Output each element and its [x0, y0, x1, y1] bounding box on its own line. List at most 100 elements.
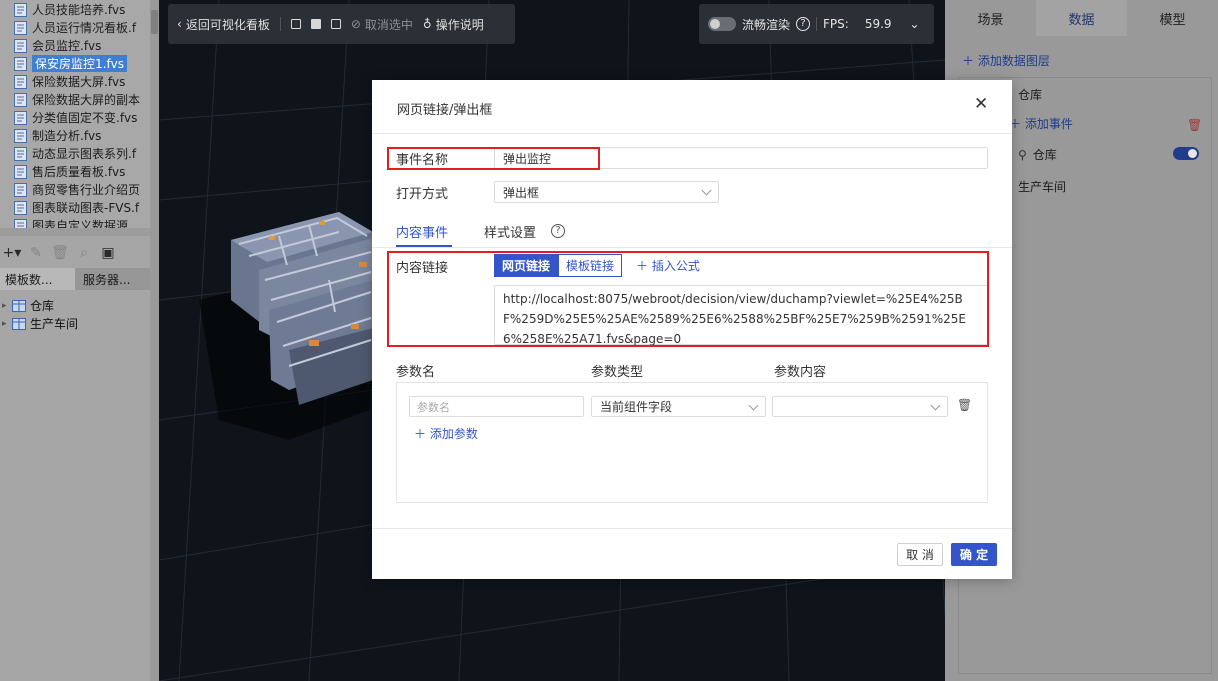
- add-param-button[interactable]: ＋ 添加参数: [414, 425, 478, 442]
- param-type-select[interactable]: 当前组件字段: [591, 396, 766, 417]
- divider: [816, 17, 818, 31]
- file-icon: [14, 146, 27, 161]
- param-name-input[interactable]: 参数名: [409, 396, 584, 417]
- template-file-item[interactable]: 图表联动图表-FVS.f: [14, 199, 139, 216]
- template-file-item[interactable]: 人员运行情况看板.f: [14, 19, 136, 36]
- template-file-item[interactable]: 商贸零售行业介绍页: [14, 181, 140, 198]
- cancel-button[interactable]: 取 消: [897, 543, 943, 566]
- event-item[interactable]: ⚲ 仓库: [1018, 146, 1057, 163]
- add-icon[interactable]: +▾: [2, 244, 22, 262]
- file-icon: [14, 92, 27, 107]
- left-panel-tabs: 模板数... 服务器...: [0, 268, 150, 290]
- delete-icon[interactable]: 🗑: [50, 244, 70, 262]
- cancel-selection-button[interactable]: ⊘ 取消选中: [351, 16, 413, 33]
- guide-label: 操作说明: [435, 17, 484, 32]
- layer-name[interactable]: 仓库: [1018, 86, 1042, 103]
- open-mode-select[interactable]: 弹出框: [494, 181, 719, 203]
- dialog-tabs: 内容事件 样式设置 ?: [372, 218, 1012, 247]
- tab-content-event[interactable]: 内容事件: [396, 222, 448, 241]
- template-file-item[interactable]: 人员技能培养.fvs: [14, 1, 125, 18]
- cancel-selection-label: 取消选中: [364, 17, 413, 32]
- edit-icon[interactable]: ✎: [26, 244, 46, 262]
- tab-style-settings[interactable]: 样式设置: [484, 222, 536, 241]
- template-file-item[interactable]: 保险数据大屏的副本: [14, 91, 140, 108]
- chevron-down-icon: [930, 400, 941, 411]
- left-horizontal-scrollbar[interactable]: [0, 228, 150, 236]
- template-file-list: 人员技能培养.fvs 人员运行情况看板.f 会员监控.fvs 保安房监控1.fvs 保险…: [0, 0, 150, 228]
- cube-icon[interactable]: [330, 19, 341, 29]
- add-data-layer-button[interactable]: ＋ 添加数据图层: [962, 52, 1050, 69]
- file-name: 图表自定义数据源: [32, 219, 129, 228]
- divider: [372, 133, 1012, 134]
- tab-template-dataset[interactable]: 模板数...: [0, 268, 75, 290]
- delete-param-icon[interactable]: 🗑: [957, 398, 972, 412]
- divider: [279, 17, 281, 31]
- template-file-item[interactable]: 保险数据大屏.fvs: [14, 73, 125, 90]
- template-file-item[interactable]: 保安房监控1.fvs: [14, 55, 128, 72]
- image-icon[interactable]: ▣: [98, 244, 118, 262]
- delete-layer-icon[interactable]: 🗑: [1187, 118, 1202, 132]
- template-file-item[interactable]: 动态显示图表系列.f: [14, 145, 136, 162]
- toggle-switch[interactable]: [1173, 147, 1199, 160]
- file-name: 会员监控.fvs: [32, 39, 102, 53]
- weblink-popup-dialog: 网页链接/弹出框 ✕ 事件名称 弹出监控 打开方式 弹出框 内容事件 样式设置 …: [372, 80, 1012, 579]
- template-file-item[interactable]: 制造分析.fvs: [14, 127, 101, 144]
- template-panel: 人员技能培养.fvs 人员运行情况看板.f 会员监控.fvs 保安房监控1.fvs 保险…: [0, 0, 159, 681]
- search-file-icon[interactable]: ⌕: [74, 244, 94, 262]
- param-content-select[interactable]: [772, 396, 948, 417]
- template-file-item[interactable]: 会员监控.fvs: [14, 37, 101, 54]
- right-tab-1[interactable]: 数据: [1036, 0, 1127, 36]
- file-name: 保险数据大屏的副本: [32, 93, 141, 107]
- close-icon[interactable]: ✕: [974, 96, 988, 113]
- copy-icon[interactable]: [290, 19, 301, 29]
- file-icon: [14, 20, 27, 35]
- bulb-icon: ♁: [422, 17, 432, 31]
- file-name: 人员技能培养.fvs: [32, 3, 126, 17]
- operation-guide-button[interactable]: ♁ 操作说明: [423, 16, 484, 33]
- help-icon[interactable]: ?: [796, 17, 811, 31]
- layer-name-workshop[interactable]: 生产车间: [1018, 178, 1066, 195]
- expand-arrow-icon[interactable]: ▸: [2, 301, 12, 311]
- layer-icon[interactable]: [310, 19, 321, 29]
- help-icon[interactable]: ?: [551, 224, 565, 238]
- fps-label: FPS:: [823, 17, 849, 31]
- chevron-left-icon: ‹: [177, 17, 182, 31]
- dataset-item-workshop[interactable]: ▸ 生产车间: [2, 315, 78, 332]
- file-icon: [14, 164, 27, 179]
- expand-arrow-icon[interactable]: ▸: [2, 319, 12, 329]
- left-vertical-scrollbar[interactable]: [150, 0, 159, 681]
- file-name: 保安房监控1.fvs: [32, 55, 128, 72]
- cancel-circle-icon: ⊘: [350, 17, 361, 31]
- divider: [372, 247, 1012, 248]
- chevron-down-icon[interactable]: ⌄: [910, 17, 920, 31]
- file-icon: [14, 56, 27, 71]
- right-tab-0[interactable]: 场景: [945, 0, 1036, 36]
- highlight-box: [387, 251, 989, 347]
- file-icon: [14, 200, 27, 215]
- param-content-header: 参数内容: [774, 365, 827, 380]
- template-file-item[interactable]: 分类值固定不变.fvs: [14, 109, 137, 126]
- dataset-item-warehouse[interactable]: ▸ 仓库: [2, 297, 54, 314]
- event-item-label: 仓库: [1032, 148, 1057, 162]
- right-tab-2[interactable]: 模型: [1127, 0, 1218, 36]
- tab-server-dataset[interactable]: 服务器...: [75, 268, 150, 290]
- smooth-render-label: 流畅渲染: [742, 17, 791, 32]
- file-name: 分类值固定不变.fvs: [32, 111, 138, 125]
- file-name: 动态显示图表系列.f: [32, 147, 137, 161]
- file-icon: [14, 128, 27, 143]
- smooth-render-toggle[interactable]: [708, 17, 736, 31]
- ok-button[interactable]: 确 定: [951, 543, 997, 566]
- file-icon: [14, 38, 27, 53]
- add-event-button[interactable]: ＋ 添加事件: [1009, 115, 1073, 132]
- file-icon: [14, 74, 27, 89]
- template-file-item[interactable]: 售后质量看板.fvs: [14, 163, 125, 180]
- template-toolbar: +▾ ✎ 🗑 ⌕ ▣: [0, 240, 150, 266]
- template-file-item[interactable]: 图表自定义数据源: [14, 217, 128, 228]
- file-icon: [14, 110, 27, 125]
- param-type-header: 参数类型: [591, 365, 644, 380]
- file-name: 人员运行情况看板.f: [32, 21, 137, 35]
- event-enable-toggle[interactable]: [1173, 147, 1199, 160]
- file-name: 商贸零售行业介绍页: [32, 183, 141, 197]
- scrollbar-thumb[interactable]: [151, 10, 158, 34]
- back-to-dashboard-button[interactable]: ‹ 返回可视化看板: [177, 16, 270, 33]
